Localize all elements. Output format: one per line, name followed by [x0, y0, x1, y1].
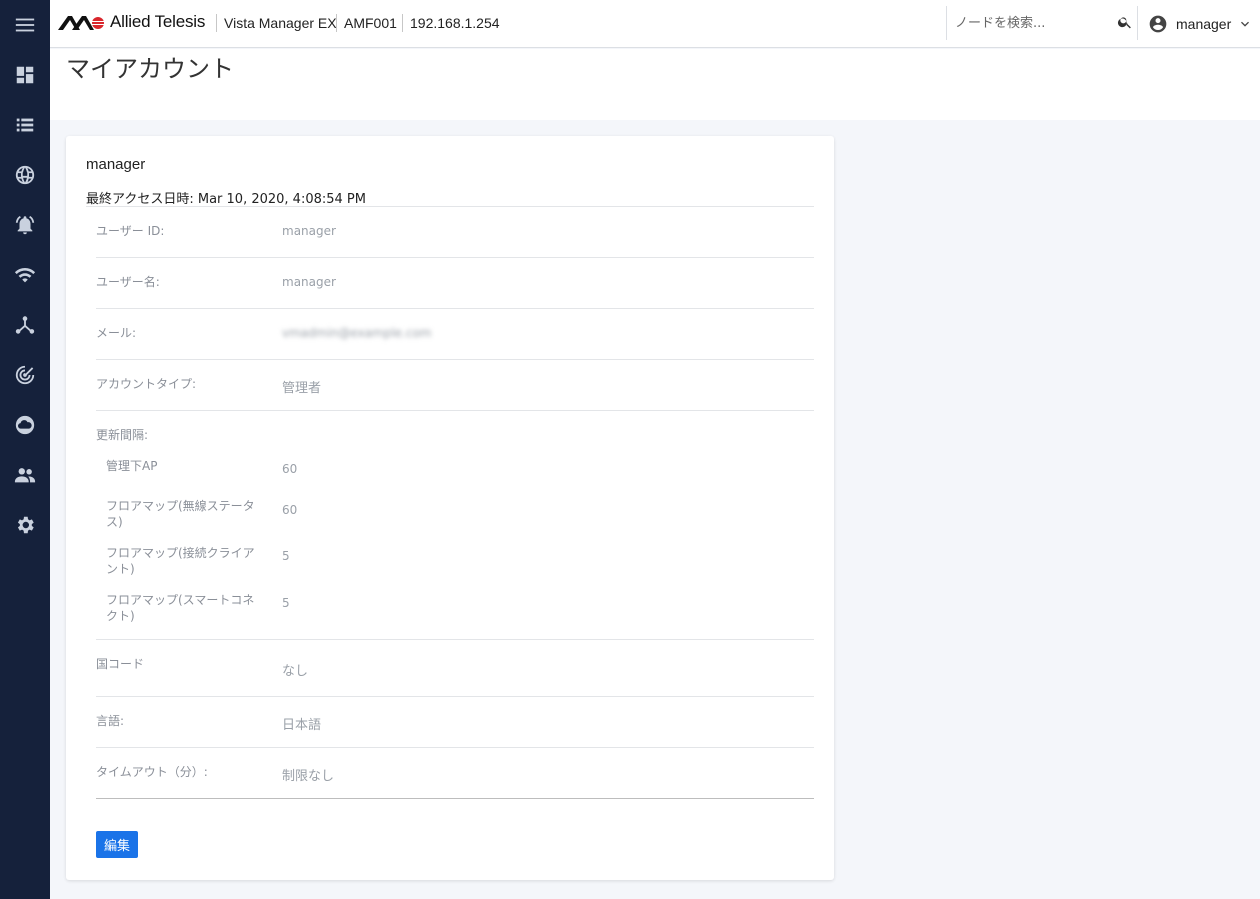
- sidebar-item-cloud[interactable]: [0, 400, 50, 450]
- logo-text: Allied Telesis: [110, 12, 206, 31]
- user-id-value: manager: [282, 224, 336, 238]
- dashboard-icon: [16, 66, 34, 84]
- refresh-item-value: 5: [282, 596, 290, 610]
- device-name: AMF001: [344, 15, 397, 31]
- gear-icon: [17, 516, 34, 534]
- cloud-icon: [15, 415, 35, 435]
- divider: [96, 257, 814, 258]
- divider: [96, 410, 814, 411]
- divider: [96, 639, 814, 640]
- radar-icon: [15, 365, 35, 385]
- refresh-item-value: 60: [282, 503, 298, 517]
- refresh-interval-label: 更新間隔:: [96, 428, 149, 442]
- user-name-value: manager: [282, 275, 336, 289]
- divider: [96, 747, 814, 748]
- refresh-item-label: フロアマップ(無線ステータス): [106, 499, 255, 529]
- page-header: マイアカウント: [50, 49, 1260, 120]
- language-value: 日本語: [282, 718, 322, 733]
- language-label: 言語:: [96, 714, 125, 728]
- sidebar-item-topology[interactable]: [0, 300, 50, 350]
- country-code-value: なし: [282, 664, 309, 679]
- header-divider: [336, 14, 337, 32]
- refresh-item-label: 管理下AP: [106, 459, 158, 473]
- top-header: Allied Telesis Vista Manager EX AMF001 1…: [50, 0, 1260, 48]
- sidebar-item-list[interactable]: [0, 100, 50, 150]
- mail-value: vmadmin@example.com: [282, 326, 432, 340]
- refresh-item-label: フロアマップ(接続クライアント): [106, 546, 255, 576]
- chevron-down-icon: [1241, 21, 1250, 27]
- header-user-name: manager: [1176, 16, 1232, 32]
- user-menu[interactable]: manager: [1148, 12, 1253, 36]
- refresh-item-label: フロアマップ(スマートコネクト): [106, 593, 255, 623]
- timeout-value: 制限なし: [282, 769, 335, 784]
- menu-icon: [15, 18, 35, 32]
- last-access-time: 最終アクセス日時: Mar 10, 2020, 4:08:54 PM: [86, 192, 366, 207]
- device-ip: 192.168.1.254: [410, 15, 500, 31]
- account-type-value: 管理者: [282, 381, 322, 396]
- sidebar-item-alarm[interactable]: [0, 200, 50, 250]
- header-divider: [216, 14, 217, 32]
- divider: [96, 359, 814, 360]
- user-name-label: ユーザー名:: [96, 275, 160, 289]
- refresh-item-value: 60: [282, 462, 298, 476]
- account-circle-icon: [1149, 15, 1167, 33]
- divider: [96, 308, 814, 309]
- user-id-label: ユーザー ID:: [96, 224, 165, 238]
- sidebar-item-users[interactable]: [0, 450, 50, 500]
- sidebar-item-globe[interactable]: [0, 150, 50, 200]
- sidebar-item-settings[interactable]: [0, 500, 50, 550]
- topology-icon: [15, 316, 35, 334]
- account-type-label: アカウントタイプ:: [96, 377, 197, 391]
- timeout-label: タイムアウト（分）:: [96, 765, 208, 779]
- product-name: Vista Manager EX: [224, 15, 337, 31]
- menu-button[interactable]: [0, 0, 50, 50]
- refresh-item-value: 5: [282, 549, 290, 563]
- allied-telesis-logo-icon: [58, 16, 104, 30]
- sidebar-item-radar[interactable]: [0, 350, 50, 400]
- globe-icon: [15, 165, 35, 185]
- sidebar-item-dashboard[interactable]: [0, 50, 50, 100]
- search-icon[interactable]: [1117, 14, 1133, 30]
- logo[interactable]: Allied Telesis: [58, 12, 205, 32]
- wifi-icon: [14, 268, 36, 283]
- page-title: マイアカウント: [66, 55, 234, 83]
- account-username-heading: manager: [86, 156, 146, 173]
- divider: [96, 798, 814, 799]
- list-icon: [16, 118, 34, 132]
- sidebar: [0, 0, 50, 899]
- divider: [96, 696, 814, 697]
- alarm-icon: [15, 216, 35, 235]
- node-search: [946, 6, 1138, 40]
- sidebar-item-wireless[interactable]: [0, 250, 50, 300]
- edit-button[interactable]: 編集: [96, 831, 138, 858]
- search-input[interactable]: [955, 12, 1105, 34]
- mail-label: メール:: [96, 326, 137, 340]
- users-icon: [14, 468, 36, 483]
- account-card: manager 最終アクセス日時: Mar 10, 2020, 4:08:54 …: [66, 136, 834, 880]
- country-code-label: 国コード: [96, 657, 145, 671]
- divider: [86, 206, 814, 207]
- header-divider: [402, 14, 403, 32]
